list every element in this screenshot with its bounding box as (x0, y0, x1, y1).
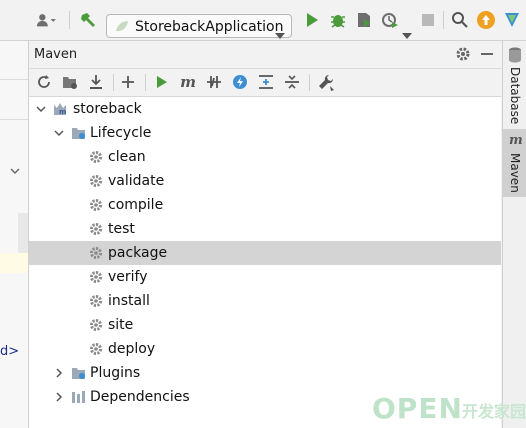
gear-icon (89, 269, 105, 285)
editor-gutter: d> (0, 41, 29, 428)
tree-node-phase[interactable]: verify (29, 265, 501, 289)
spring-boot-icon (114, 19, 130, 39)
build-hammer-icon[interactable] (78, 10, 98, 30)
run-goal-icon[interactable] (153, 73, 171, 91)
wrench-icon[interactable] (317, 73, 335, 91)
run-configuration-dropdown[interactable]: StorebackApplication (106, 14, 292, 39)
reload-icon[interactable] (35, 73, 53, 91)
gear-icon (89, 221, 105, 237)
chevron-down-icon[interactable] (34, 101, 48, 115)
skip-tests-icon[interactable] (231, 73, 249, 91)
maven-project-icon: m (53, 101, 69, 117)
gear-icon (89, 341, 105, 357)
project-label: storeback (73, 101, 142, 117)
svg-text:m: m (59, 108, 66, 116)
profile-icon[interactable] (380, 10, 400, 30)
phase-label: package (108, 245, 168, 261)
dependencies-library-icon (71, 389, 87, 405)
phase-label: validate (108, 173, 165, 189)
phase-label: clean (108, 149, 146, 165)
tree-node-phase-selected[interactable]: package (29, 241, 501, 265)
chevron-right-icon[interactable] (52, 365, 66, 379)
plugins-label: Plugins (90, 365, 141, 381)
tree-node-plugins[interactable]: Plugins (29, 361, 501, 385)
gear-icon (89, 293, 105, 309)
gear-icon (89, 149, 105, 165)
chevron-down-icon[interactable] (52, 125, 66, 139)
maven-icon: m (509, 133, 523, 148)
phase-label: verify (108, 269, 148, 285)
main-toolbar: StorebackApplication (0, 0, 526, 41)
phase-label: install (108, 293, 150, 309)
generate-sources-icon[interactable] (61, 73, 79, 91)
phase-label: site (108, 317, 134, 333)
execute-goal-icon[interactable]: m (179, 73, 197, 91)
settings-app-icon[interactable] (502, 10, 522, 30)
chevron-down-icon[interactable] (10, 159, 20, 178)
debug-icon[interactable] (328, 10, 348, 30)
minimize-icon[interactable] (481, 53, 493, 55)
tree-node-phase[interactable]: test (29, 217, 501, 241)
panel-title: Maven (34, 47, 78, 62)
plugins-folder-icon (71, 365, 87, 381)
show-dependencies-icon[interactable] (257, 73, 275, 91)
database-icon (508, 47, 522, 67)
lifecycle-label: Lifecycle (90, 125, 152, 141)
dependencies-label: Dependencies (90, 389, 190, 405)
maven-toolbar: m (29, 69, 501, 97)
run-icon[interactable] (302, 10, 322, 30)
update-icon[interactable] (476, 10, 496, 30)
gear-icon[interactable] (455, 46, 471, 66)
tree-node-phase[interactable]: validate (29, 169, 501, 193)
maven-tab[interactable]: m Maven (503, 129, 526, 197)
tree-node-phase[interactable]: deploy (29, 337, 501, 361)
tree-node-phase[interactable]: install (29, 289, 501, 313)
tree-node-phase[interactable]: compile (29, 193, 501, 217)
chevron-right-icon[interactable] (52, 389, 66, 403)
tree-node-phase[interactable]: clean (29, 145, 501, 169)
database-tab[interactable]: Database (503, 41, 526, 125)
tree-node-phase[interactable]: site (29, 313, 501, 337)
gear-icon (89, 173, 105, 189)
phase-label: compile (108, 197, 164, 213)
lifecycle-folder-icon (71, 125, 87, 141)
maven-tool-window: Maven m m storeback Lifecycle clean vali… (29, 41, 501, 428)
phase-label: test (108, 221, 135, 237)
right-tool-strip: Database m Maven (502, 41, 526, 428)
add-icon[interactable] (119, 73, 137, 91)
user-icon[interactable] (36, 10, 56, 30)
database-tab-label: Database (508, 67, 522, 125)
download-icon[interactable] (87, 73, 105, 91)
search-icon[interactable] (450, 10, 470, 30)
code-fragment: d> (0, 344, 20, 359)
tree-node-lifecycle[interactable]: Lifecycle (29, 121, 501, 145)
toggle-offline-icon[interactable] (205, 73, 223, 91)
run-configuration-label: StorebackApplication (135, 19, 284, 35)
maven-panel-header: Maven (29, 41, 501, 69)
coverage-icon[interactable] (354, 10, 374, 30)
gear-icon (89, 245, 105, 261)
watermark-logo: OPEN (372, 392, 463, 425)
tree-node-project[interactable]: m storeback (29, 97, 501, 121)
gear-icon (89, 317, 105, 333)
maven-tab-label: Maven (508, 153, 522, 193)
phase-label: deploy (108, 341, 156, 357)
gear-icon (89, 197, 105, 213)
stop-icon[interactable] (418, 10, 438, 30)
collapse-all-icon[interactable] (283, 73, 301, 91)
watermark-text: 开发家园 (462, 402, 526, 421)
maven-tree: m storeback Lifecycle clean validate com… (29, 97, 501, 428)
